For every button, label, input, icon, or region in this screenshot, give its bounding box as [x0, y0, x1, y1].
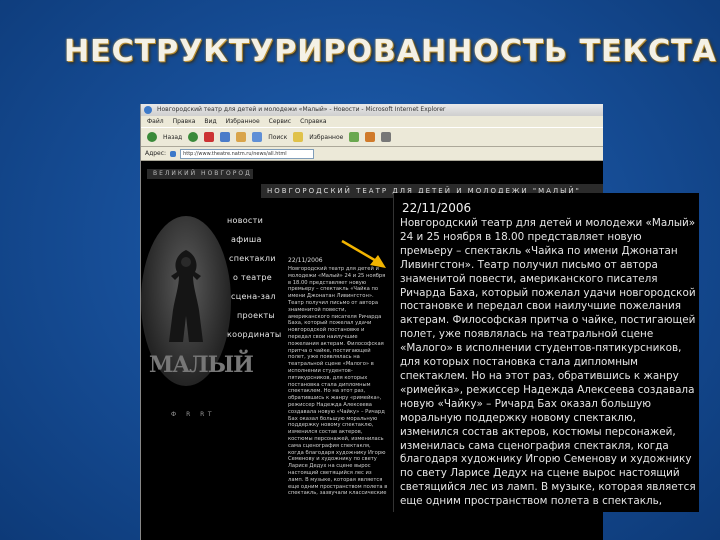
jester-figure-icon	[169, 250, 203, 342]
menu-file[interactable]: Файл	[147, 116, 164, 127]
zoomed-news-text: Новгородский театр для детей и молодежи …	[400, 217, 696, 512]
address-input[interactable]: http://www.theatre.natm.ru/news/all.html	[180, 148, 315, 159]
pointer-arrow-icon	[341, 239, 386, 268]
page-icon	[170, 150, 177, 157]
refresh-icon[interactable]	[220, 132, 231, 142]
nav-about[interactable]: о театре	[227, 268, 281, 287]
slide-title: НЕСТРУКТУРИРОВАННОСТЬ ТЕКСТА	[64, 34, 717, 69]
address-label: Адрес:	[145, 150, 167, 157]
menu-bar: Файл Правка Вид Избранное Сервис Справка	[141, 116, 603, 127]
browser-titlebar: Новгородский театр для детей и молодежи …	[141, 104, 603, 116]
nav-news[interactable]: новости	[227, 211, 281, 230]
menu-tools[interactable]: Сервис	[269, 116, 291, 127]
nav-projects[interactable]: проекты	[227, 306, 281, 325]
zoomed-news-panel: 22/11/2006 Новгородский театр для детей …	[393, 193, 699, 512]
nav-performances[interactable]: спектакли	[227, 249, 281, 268]
menu-help[interactable]: Справка	[300, 116, 326, 127]
back-button-label[interactable]: Назад	[163, 134, 182, 141]
print-icon[interactable]	[381, 132, 392, 142]
forward-arrow-icon[interactable]	[188, 132, 199, 142]
nav-stage-hall[interactable]: сцена-зал	[227, 287, 281, 306]
stop-icon[interactable]	[204, 132, 215, 142]
window-title: Новгородский театр для детей и молодежи …	[157, 106, 446, 113]
nav-contacts[interactable]: координаты	[227, 325, 281, 344]
favorites-button-label[interactable]: Избранное	[309, 134, 343, 141]
internet-explorer-icon	[144, 106, 152, 114]
theatre-logo[interactable]: МАЛЫЙ	[141, 216, 254, 386]
site-navigation: новости афиша спектакли о театре сцена-з…	[227, 211, 281, 344]
browser-toolbar: Назад Поиск Избранное	[141, 127, 603, 147]
menu-view[interactable]: Вид	[204, 116, 216, 127]
nav-playbill[interactable]: афиша	[227, 230, 281, 249]
menu-edit[interactable]: Правка	[173, 116, 196, 127]
logo-text: МАЛЫЙ	[149, 352, 254, 378]
home-icon[interactable]	[236, 132, 247, 142]
zoomed-news-date: 22/11/2006	[402, 201, 472, 215]
search-icon[interactable]	[252, 132, 263, 142]
city-banner: ВЕЛИКИЙ НОВГОРОД	[147, 169, 253, 179]
favorites-star-icon[interactable]	[293, 132, 304, 142]
news-text: Новгородский театр для детей и молодежи …	[288, 266, 388, 497]
mail-icon[interactable]	[365, 132, 376, 142]
copyright-line: Ф R RT	[171, 411, 216, 418]
search-button-label[interactable]: Поиск	[268, 134, 287, 141]
back-arrow-icon[interactable]	[147, 132, 157, 142]
address-bar: Адрес: http://www.theatre.natm.ru/news/a…	[141, 147, 603, 161]
news-date: 22/11/2006	[288, 257, 323, 264]
history-icon[interactable]	[349, 132, 360, 142]
menu-favorites[interactable]: Избранное	[226, 116, 260, 127]
